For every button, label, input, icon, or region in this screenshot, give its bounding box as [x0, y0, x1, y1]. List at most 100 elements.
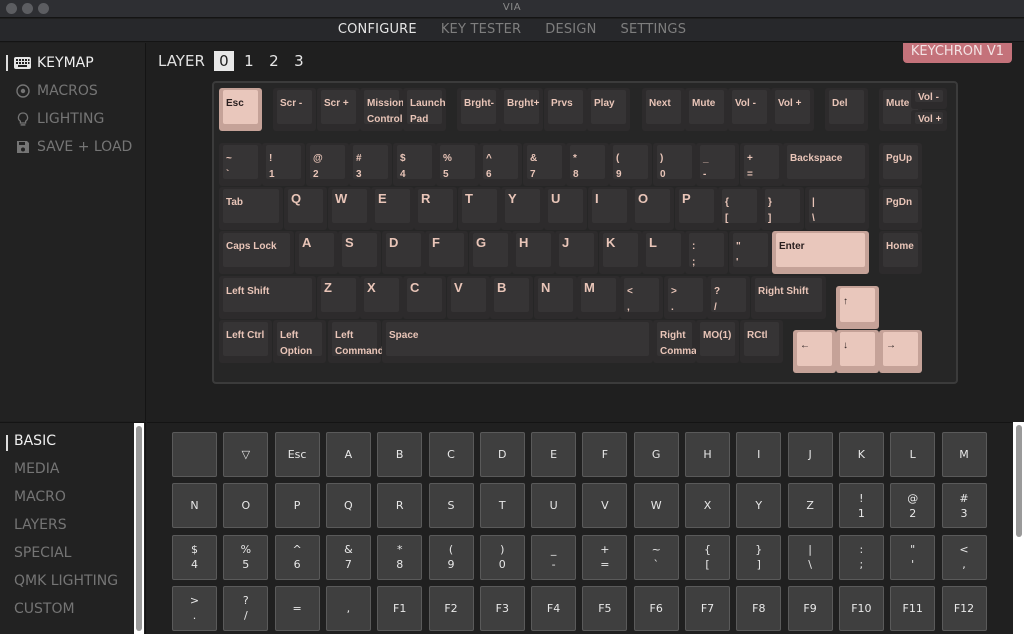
- key-y[interactable]: Y: [501, 187, 544, 230]
- key-rctl[interactable]: RCtl: [740, 320, 783, 363]
- key-f4[interactable]: Launch Pad: [403, 88, 446, 131]
- keycode-button[interactable]: < ,: [941, 534, 987, 580]
- layer-0-button[interactable]: 0: [213, 51, 234, 71]
- keycode-button[interactable]: } ]: [736, 534, 782, 580]
- key-9[interactable]: ( 9: [609, 143, 652, 186]
- tab-settings[interactable]: SETTINGS: [609, 19, 699, 41]
- keycode-button[interactable]: Z: [787, 483, 833, 529]
- key-right[interactable]: →: [879, 330, 922, 373]
- keycode-button[interactable]: F1: [377, 585, 423, 631]
- key-f8[interactable]: Play: [587, 88, 630, 131]
- category-layers[interactable]: LAYERS: [14, 517, 67, 533]
- key-up[interactable]: ↑: [836, 286, 879, 329]
- keycode-button[interactable]: C: [428, 432, 474, 477]
- keycode-button[interactable]: { [: [685, 534, 730, 580]
- keycode-button[interactable]: % 5: [223, 534, 269, 580]
- keycode-button[interactable]: W: [633, 483, 679, 529]
- key-f11[interactable]: Vol -: [728, 88, 771, 131]
- keycode-button[interactable]: R: [377, 483, 423, 529]
- category-media[interactable]: MEDIA: [14, 461, 59, 477]
- key-left[interactable]: ←: [793, 330, 836, 373]
- keycode-button[interactable]: J: [787, 432, 833, 477]
- key-2[interactable]: @ 2: [306, 143, 349, 186]
- keycode-button[interactable]: ( 9: [428, 534, 474, 580]
- keycode-button[interactable]: ! 1: [838, 483, 884, 529]
- keycode-button[interactable]: E: [531, 432, 577, 477]
- keycode-button[interactable]: F6: [633, 585, 679, 631]
- key-d[interactable]: D: [382, 231, 425, 274]
- category-scrollbar[interactable]: [134, 423, 144, 634]
- key-quot[interactable]: " ': [729, 231, 772, 274]
- keycode-button[interactable]: ) 0: [479, 534, 525, 580]
- key-slsh[interactable]: ? /: [707, 276, 750, 319]
- transparent-keycode[interactable]: ▽: [223, 432, 269, 477]
- key-knob-volup[interactable]: Vol +: [911, 110, 947, 131]
- key-comm[interactable]: < ,: [620, 276, 663, 319]
- keycode-button[interactable]: + =: [582, 534, 628, 580]
- key-1[interactable]: ! 1: [262, 143, 305, 186]
- key-c[interactable]: C: [403, 276, 446, 319]
- key-4[interactable]: $ 4: [393, 143, 436, 186]
- keycode-button[interactable]: G: [633, 432, 679, 477]
- keycode-button[interactable]: V: [582, 483, 628, 529]
- keycode-button[interactable]: Esc: [274, 432, 320, 477]
- keycode-button[interactable]: D: [479, 432, 525, 477]
- keycode-button[interactable]: L: [890, 432, 936, 477]
- key-bksp[interactable]: Backspace: [783, 143, 869, 186]
- sidebar-item-lighting[interactable]: LIGHTING: [14, 109, 104, 129]
- key-0[interactable]: ) 0: [653, 143, 696, 186]
- tab-configure[interactable]: CONFIGURE: [326, 19, 429, 41]
- key-f10[interactable]: Mute: [685, 88, 728, 131]
- keycode-button[interactable]: X: [685, 483, 730, 529]
- key-f6[interactable]: Brght+: [500, 88, 543, 131]
- keycode-button[interactable]: F11: [890, 585, 936, 631]
- key-f[interactable]: F: [425, 231, 468, 274]
- keycode-button[interactable]: F7: [685, 585, 730, 631]
- keycode-button[interactable]: N: [172, 483, 217, 529]
- keycode-button[interactable]: Q: [325, 483, 371, 529]
- key-pgup[interactable]: PgUp: [879, 143, 922, 186]
- layer-3-button[interactable]: 3: [289, 51, 309, 71]
- key-f12[interactable]: Vol +: [771, 88, 814, 131]
- key-e[interactable]: E: [371, 187, 414, 230]
- key-b[interactable]: B: [490, 276, 533, 319]
- keycode-button[interactable]: F5: [582, 585, 628, 631]
- key-t[interactable]: T: [458, 187, 501, 230]
- key-l[interactable]: L: [642, 231, 685, 274]
- category-custom[interactable]: CUSTOM: [14, 601, 75, 617]
- tab-design[interactable]: DESIGN: [533, 19, 608, 41]
- key-lbrc[interactable]: { [: [718, 187, 761, 230]
- key-f1[interactable]: Scr -: [273, 88, 316, 131]
- key-v[interactable]: V: [447, 276, 490, 319]
- key-caps[interactable]: Caps Lock: [219, 231, 295, 274]
- key-esc[interactable]: Esc: [219, 88, 262, 131]
- keycode-button[interactable]: T: [479, 483, 525, 529]
- key-rcmd[interactable]: Right Comma: [653, 320, 697, 363]
- key-minus[interactable]: _ -: [696, 143, 739, 186]
- keycode-button[interactable]: H: [685, 432, 730, 477]
- key-f7[interactable]: Prvs: [544, 88, 587, 131]
- key-5[interactable]: % 5: [436, 143, 479, 186]
- keycode-button[interactable]: U: [531, 483, 577, 529]
- key-equal[interactable]: + =: [740, 143, 783, 186]
- scrollbar-thumb[interactable]: [136, 426, 142, 631]
- sidebar-item-keymap[interactable]: KEYMAP: [6, 53, 94, 73]
- keycode-button[interactable]: S: [428, 483, 474, 529]
- key-pgdn[interactable]: PgDn: [879, 187, 922, 230]
- keycode-button[interactable]: F2: [428, 585, 474, 631]
- category-basic[interactable]: BASIC: [6, 433, 56, 451]
- key-del[interactable]: Del: [825, 88, 868, 131]
- key-down[interactable]: ↓: [836, 330, 879, 373]
- keycode-button[interactable]: B: [377, 432, 423, 477]
- key-j[interactable]: J: [555, 231, 598, 274]
- tab-key-tester[interactable]: KEY TESTER: [429, 19, 533, 41]
- keycode-button[interactable]: ~ `: [633, 534, 679, 580]
- key-i[interactable]: I: [588, 187, 631, 230]
- key-n[interactable]: N: [534, 276, 577, 319]
- key-m[interactable]: M: [577, 276, 620, 319]
- key-tab[interactable]: Tab: [219, 187, 284, 230]
- key-z[interactable]: Z: [317, 276, 360, 319]
- key-g[interactable]: G: [469, 231, 512, 274]
- keycode-button[interactable]: # 3: [941, 483, 987, 529]
- category-special[interactable]: SPECIAL: [14, 545, 71, 561]
